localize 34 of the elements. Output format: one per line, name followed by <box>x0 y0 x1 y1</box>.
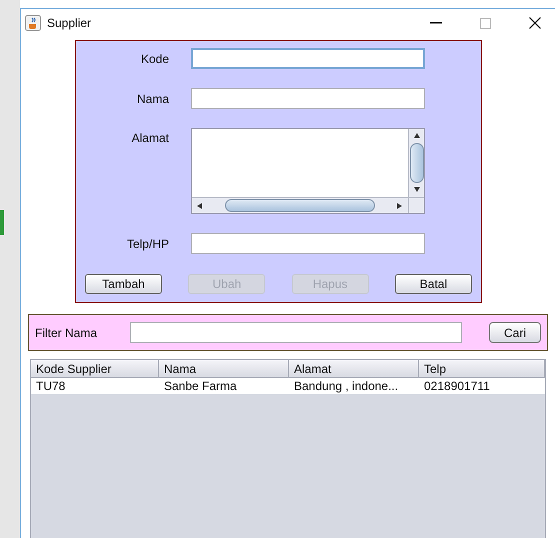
scrollbar-corner <box>408 197 424 213</box>
horizontal-scrollbar[interactable] <box>192 197 408 213</box>
scroll-thumb[interactable] <box>410 143 424 183</box>
column-header[interactable]: Nama <box>159 360 289 378</box>
window-title: Supplier <box>47 15 92 32</box>
table-cell-text: TU78 <box>35 378 66 394</box>
coffee-cup-icon <box>25 15 41 31</box>
scroll-down-icon[interactable] <box>412 186 420 194</box>
filter-label: Filter Nama <box>35 324 98 342</box>
input-field[interactable] <box>191 233 425 254</box>
table-cell-text: Bandung , indone... <box>293 378 400 394</box>
scroll-left-icon[interactable] <box>196 202 204 210</box>
column-header[interactable]: Alamat <box>289 360 419 378</box>
field-label: Kode <box>140 50 169 68</box>
table-cell-text: Sanbe Farma <box>163 378 238 394</box>
input-field[interactable] <box>191 48 425 69</box>
scroll-up-icon[interactable] <box>412 132 420 140</box>
search-button[interactable]: Cari <box>489 322 541 343</box>
form-button[interactable]: Batal <box>394 274 472 294</box>
close-icon[interactable] <box>529 17 541 29</box>
minimize-icon[interactable] <box>430 22 442 24</box>
field-label: Telp/HP <box>126 236 169 252</box>
filter-field[interactable] <box>130 322 462 343</box>
maximize-icon[interactable] <box>480 18 491 28</box>
input-field[interactable] <box>191 88 425 109</box>
scroll-thumb[interactable] <box>225 199 375 212</box>
table-cell-text: 0218901711 <box>423 378 491 394</box>
scroll-right-icon[interactable] <box>396 202 404 210</box>
vertical-scrollbar[interactable] <box>408 129 424 197</box>
form-button[interactable]: Tambah <box>85 274 162 294</box>
column-header[interactable]: Telp <box>419 360 545 378</box>
field-label: Alamat <box>130 130 169 147</box>
column-header[interactable]: Kode Supplier <box>31 360 159 378</box>
field-label: Nama <box>136 90 169 108</box>
